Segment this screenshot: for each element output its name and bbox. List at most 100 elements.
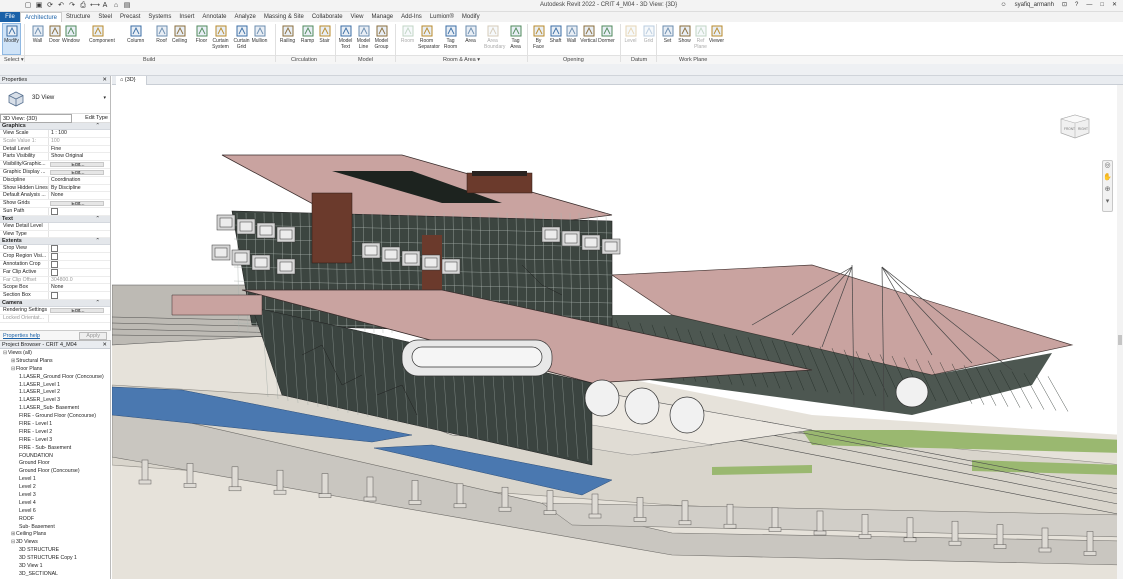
tool-model-text-button[interactable]: Model Text <box>337 24 354 50</box>
tool-ceiling-button[interactable]: Ceiling <box>171 24 188 44</box>
edit-button[interactable]: Edit... <box>50 201 104 206</box>
property-checkbox[interactable] <box>48 260 110 268</box>
tree-item[interactable]: FIRE - Level 3 <box>0 437 111 445</box>
tab-collaborate[interactable]: Collaborate <box>308 12 347 22</box>
tool-set-button[interactable]: Set <box>659 24 676 44</box>
building-model-render[interactable] <box>112 85 1123 579</box>
collapse-icon[interactable]: ⌃ <box>95 300 100 307</box>
tree-item[interactable]: 3D View 1 <box>0 563 111 571</box>
property-checkbox[interactable] <box>48 245 110 253</box>
tree-item[interactable]: Sub- Basement <box>0 524 111 532</box>
edit-button[interactable]: Edit... <box>50 307 104 313</box>
property-value[interactable]: None <box>48 192 110 200</box>
tool-room-button[interactable]: Room <box>399 24 416 44</box>
tool-roof-button[interactable]: Roof <box>153 24 170 44</box>
tree-item[interactable]: FIRE - Level 2 <box>0 429 111 437</box>
cart-icon[interactable]: ⊡ <box>1062 1 1067 8</box>
tab-modify[interactable]: Modify <box>458 12 484 22</box>
close-icon[interactable]: ✕ <box>102 76 107 84</box>
property-category[interactable]: Graphics ⌃ <box>0 123 110 130</box>
tree-item[interactable]: ⊟Views (all) <box>0 350 111 358</box>
tree-item[interactable]: 3D STRUCTURE <box>0 547 111 555</box>
tree-item[interactable]: Level 3 <box>0 492 111 500</box>
tab-lumion[interactable]: Lumion® <box>426 12 458 22</box>
tree-item[interactable]: 1.LASER_Sub- Basement <box>0 405 111 413</box>
property-value[interactable]: Coordination <box>48 176 110 184</box>
tree-item[interactable]: ⊞Ceiling Plans <box>0 531 111 539</box>
property-value[interactable]: None <box>48 284 110 292</box>
chevron-down-icon[interactable]: ▾ <box>103 95 106 101</box>
tab-analyze[interactable]: Analyze <box>230 12 259 22</box>
tool-column-button[interactable]: Column <box>127 24 144 44</box>
type-selector[interactable]: 3D View ▾ <box>0 84 110 114</box>
help-icon[interactable]: ? <box>1075 2 1078 8</box>
tool-viewer-button[interactable]: Viewer <box>708 24 725 44</box>
tree-item[interactable]: Level 2 <box>0 484 111 492</box>
viewcube[interactable]: FRONT RIGHT <box>1057 111 1093 141</box>
tree-item[interactable]: ⊟Floor Plans <box>0 366 111 374</box>
property-category[interactable]: Camera ⌃ <box>0 299 110 307</box>
property-value[interactable]: Show Original <box>48 153 110 161</box>
tree-item[interactable]: Ground Floor (Concourse) <box>0 468 111 476</box>
sync-icon[interactable]: ⟳ <box>46 1 54 10</box>
apply-button[interactable]: Apply <box>79 332 107 340</box>
tree-item[interactable]: FIRE - Level 1 <box>0 421 111 429</box>
property-value[interactable]: Fine <box>48 145 110 153</box>
tool-model-line-button[interactable]: Model Line <box>355 24 372 50</box>
edit-button[interactable]: Edit... <box>50 169 104 175</box>
undo-icon[interactable]: ↶ <box>57 1 65 10</box>
tab-architecture[interactable]: Architecture <box>20 12 63 22</box>
tree-item[interactable]: ⊟3D Views <box>0 539 111 547</box>
viewcube-right-label[interactable]: RIGHT <box>1078 127 1088 131</box>
tree-item[interactable]: 1.LASER_Level 3 <box>0 397 111 405</box>
tool-ref-plane-button[interactable]: Ref Plane <box>692 24 709 50</box>
panel-room-area[interactable]: Room & Area ▾ <box>443 57 480 63</box>
save-icon[interactable]: ▣ <box>35 1 43 10</box>
tool-model-group-button[interactable]: Model Group <box>373 24 390 50</box>
tool-component-button[interactable]: Component <box>89 24 115 44</box>
tool-floor-button[interactable]: Floor <box>193 24 210 44</box>
user-name[interactable]: syafiq_armanh <box>1015 2 1054 8</box>
tool-mullion-button[interactable]: Mullion <box>251 24 268 44</box>
zoom-icon[interactable]: ⊕ <box>1103 185 1112 197</box>
measure-icon[interactable]: ⟷ <box>90 1 100 10</box>
property-category[interactable]: Extents ⌃ <box>0 238 110 246</box>
tab-steel[interactable]: Steel <box>94 12 116 22</box>
viewcube-front-label[interactable]: FRONT <box>1064 127 1075 131</box>
tool-curtain-grid-button[interactable]: Curtain Grid <box>233 24 250 50</box>
tool-area-button[interactable]: Area <box>462 24 479 44</box>
property-checkbox[interactable] <box>48 268 110 276</box>
tree-item[interactable]: Level 6 <box>0 508 111 516</box>
chevron-down-icon[interactable]: ▾ <box>1103 197 1112 209</box>
panel-select[interactable]: Select ▾ <box>4 57 24 63</box>
tool-wall-button[interactable]: Wall <box>563 24 580 44</box>
tool-dormer-button[interactable]: Dormer <box>598 24 615 44</box>
steering-wheel-icon[interactable]: ◎ <box>1103 161 1112 173</box>
view-instance-dropdown[interactable]: 3D View: {3D} <box>0 114 72 123</box>
view-tab-3d[interactable]: ⌂ {3D} <box>116 76 147 85</box>
tab-massing-site[interactable]: Massing & Site <box>260 12 308 22</box>
tab-view[interactable]: View <box>347 12 368 22</box>
tool-stair-button[interactable]: Stair <box>316 24 333 44</box>
tab-structure[interactable]: Structure <box>62 12 94 22</box>
tool-wall-button[interactable]: Wall <box>29 24 46 44</box>
property-checkbox[interactable] <box>48 253 110 260</box>
print-icon[interactable]: ⎙ <box>79 1 87 10</box>
tree-item[interactable]: Level 1 <box>0 476 111 484</box>
tree-item[interactable]: FIRE - Ground Floor (Concourse) <box>0 413 111 421</box>
tab-precast[interactable]: Precast <box>116 12 144 22</box>
tree-item[interactable]: ROOF <box>0 516 111 524</box>
3d-view-icon[interactable]: ⌂ <box>112 1 120 10</box>
tool-modify-button[interactable]: Modify <box>2 23 21 55</box>
tab-manage[interactable]: Manage <box>367 12 397 22</box>
tree-item[interactable]: ⊞Structural Plans <box>0 358 111 366</box>
switch-windows-icon[interactable]: ▤ <box>123 1 131 10</box>
tool-shaft-button[interactable]: Shaft <box>547 24 564 44</box>
tool-curtain-system-button[interactable]: Curtain System <box>212 24 229 50</box>
tool-ramp-button[interactable]: Ramp <box>299 24 316 44</box>
tool-door-button[interactable]: Door <box>46 24 63 44</box>
property-value[interactable] <box>48 230 110 238</box>
property-value[interactable]: By Discipline <box>48 184 110 192</box>
3d-viewport[interactable]: FRONT RIGHT ◎ ✋ ⊕ ▾ <box>112 85 1123 579</box>
tree-item[interactable]: FIRE - Sub- Basement <box>0 445 111 453</box>
